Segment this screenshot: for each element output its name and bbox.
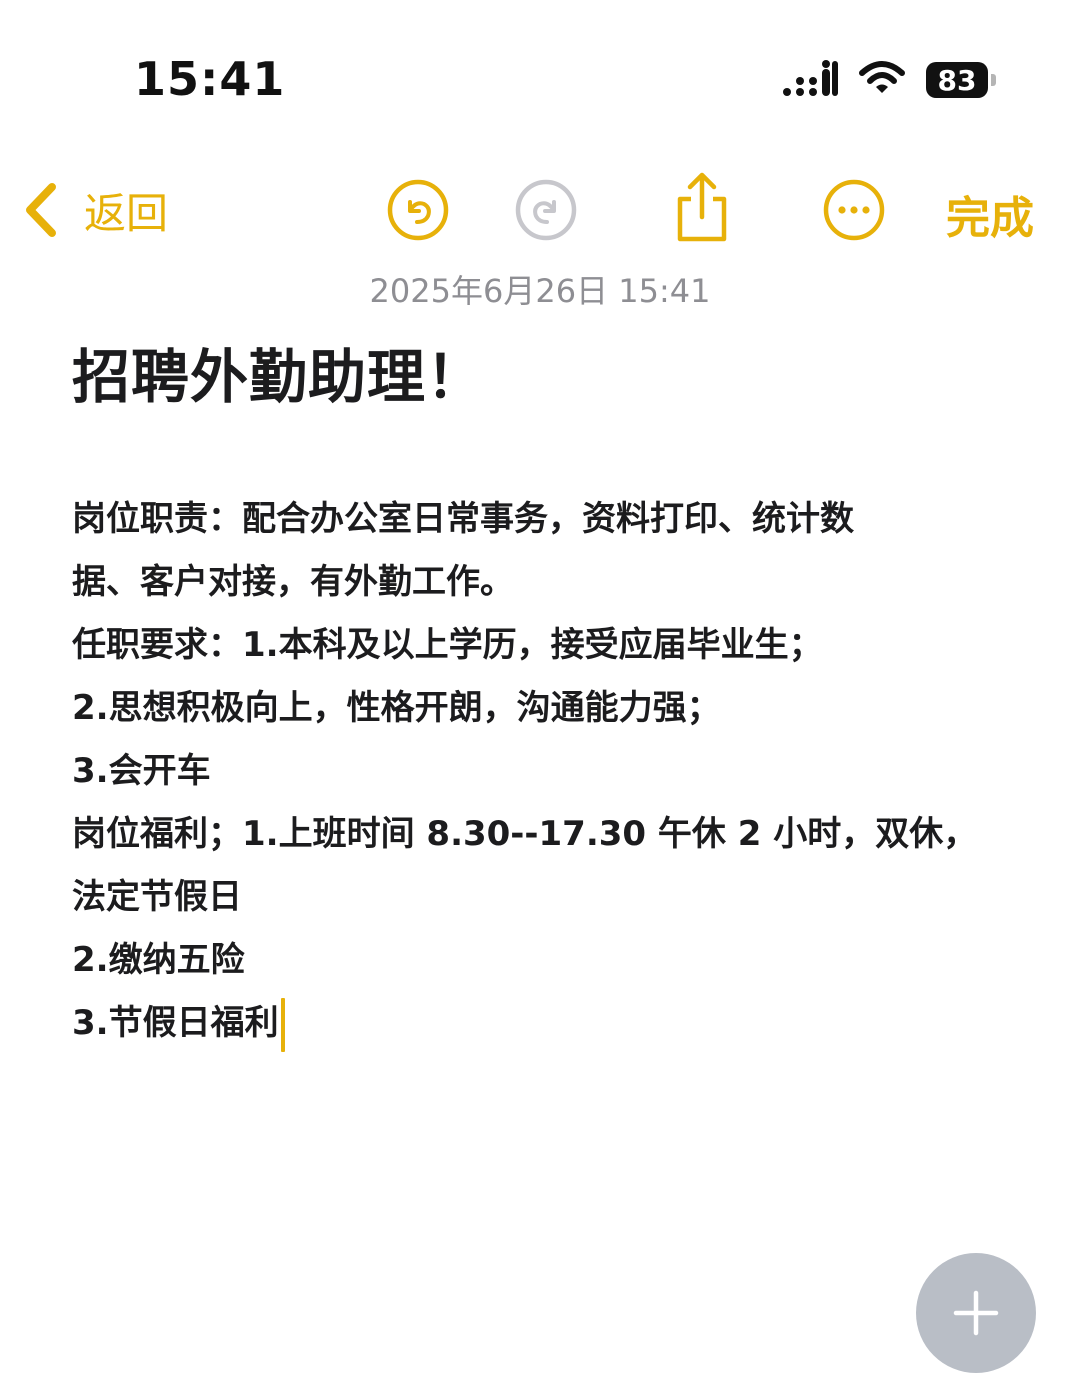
note-line-text: 3.节假日福利 [72,1003,279,1043]
done-button[interactable]: 完成 [946,182,1034,246]
note-body[interactable]: 岗位职责：配合办公室日常事务，资料打印、统计数 据、客户对接，有外勤工作。 任职… [72,488,1022,1055]
note-line: 2.缴纳五险 [72,940,245,980]
chevron-left-icon [26,183,56,237]
new-note-button[interactable] [916,1253,1036,1373]
status-time: 15:41 [134,52,286,106]
undo-button[interactable] [386,178,450,242]
undo-icon [387,179,449,241]
more-button[interactable] [822,178,886,242]
notes-screen: 15:41 83 返回 完成 2025年6月26日 15:41 招聘外勤助理！ … [0,0,1080,1377]
back-label: 返回 [84,188,169,238]
note-line: 3.会开车 [72,751,211,791]
back-button[interactable]: 返回 [22,178,168,242]
note-line: 任职要求：1.本科及以上学历，接受应届毕业生； [72,625,823,665]
battery-level: 83 [937,63,977,97]
cellular-signal-icon [782,59,838,101]
note-line: 2.思想积极向上，性格开朗，沟通能力强； [72,688,721,728]
status-icons: 83 [782,58,996,102]
redo-icon [515,179,577,241]
battery-icon: 83 [926,62,996,98]
note-date: 2025年6月26日 15:41 [369,272,711,310]
battery-cap [991,74,996,86]
redo-button[interactable] [514,178,578,242]
share-icon [677,172,727,242]
wifi-icon [858,59,906,101]
note-toolbar: 返回 完成 [0,168,1080,252]
share-button[interactable] [670,170,734,244]
note-line: 据、客户对接，有外勤工作。 [72,562,514,602]
note-line: 法定节假日 [72,877,242,917]
note-line: 岗位福利；1.上班时间 8.30--17.30 午休 2 小时，双休， [72,814,978,854]
text-cursor [280,997,285,1052]
plus-icon [953,1290,999,1336]
note-title[interactable]: 招聘外勤助理！ [72,330,485,414]
note-line: 岗位职责：配合办公室日常事务，资料打印、统计数 [72,499,854,539]
more-icon [823,179,885,241]
note-line-last: 3.节假日福利 [72,992,1022,1055]
